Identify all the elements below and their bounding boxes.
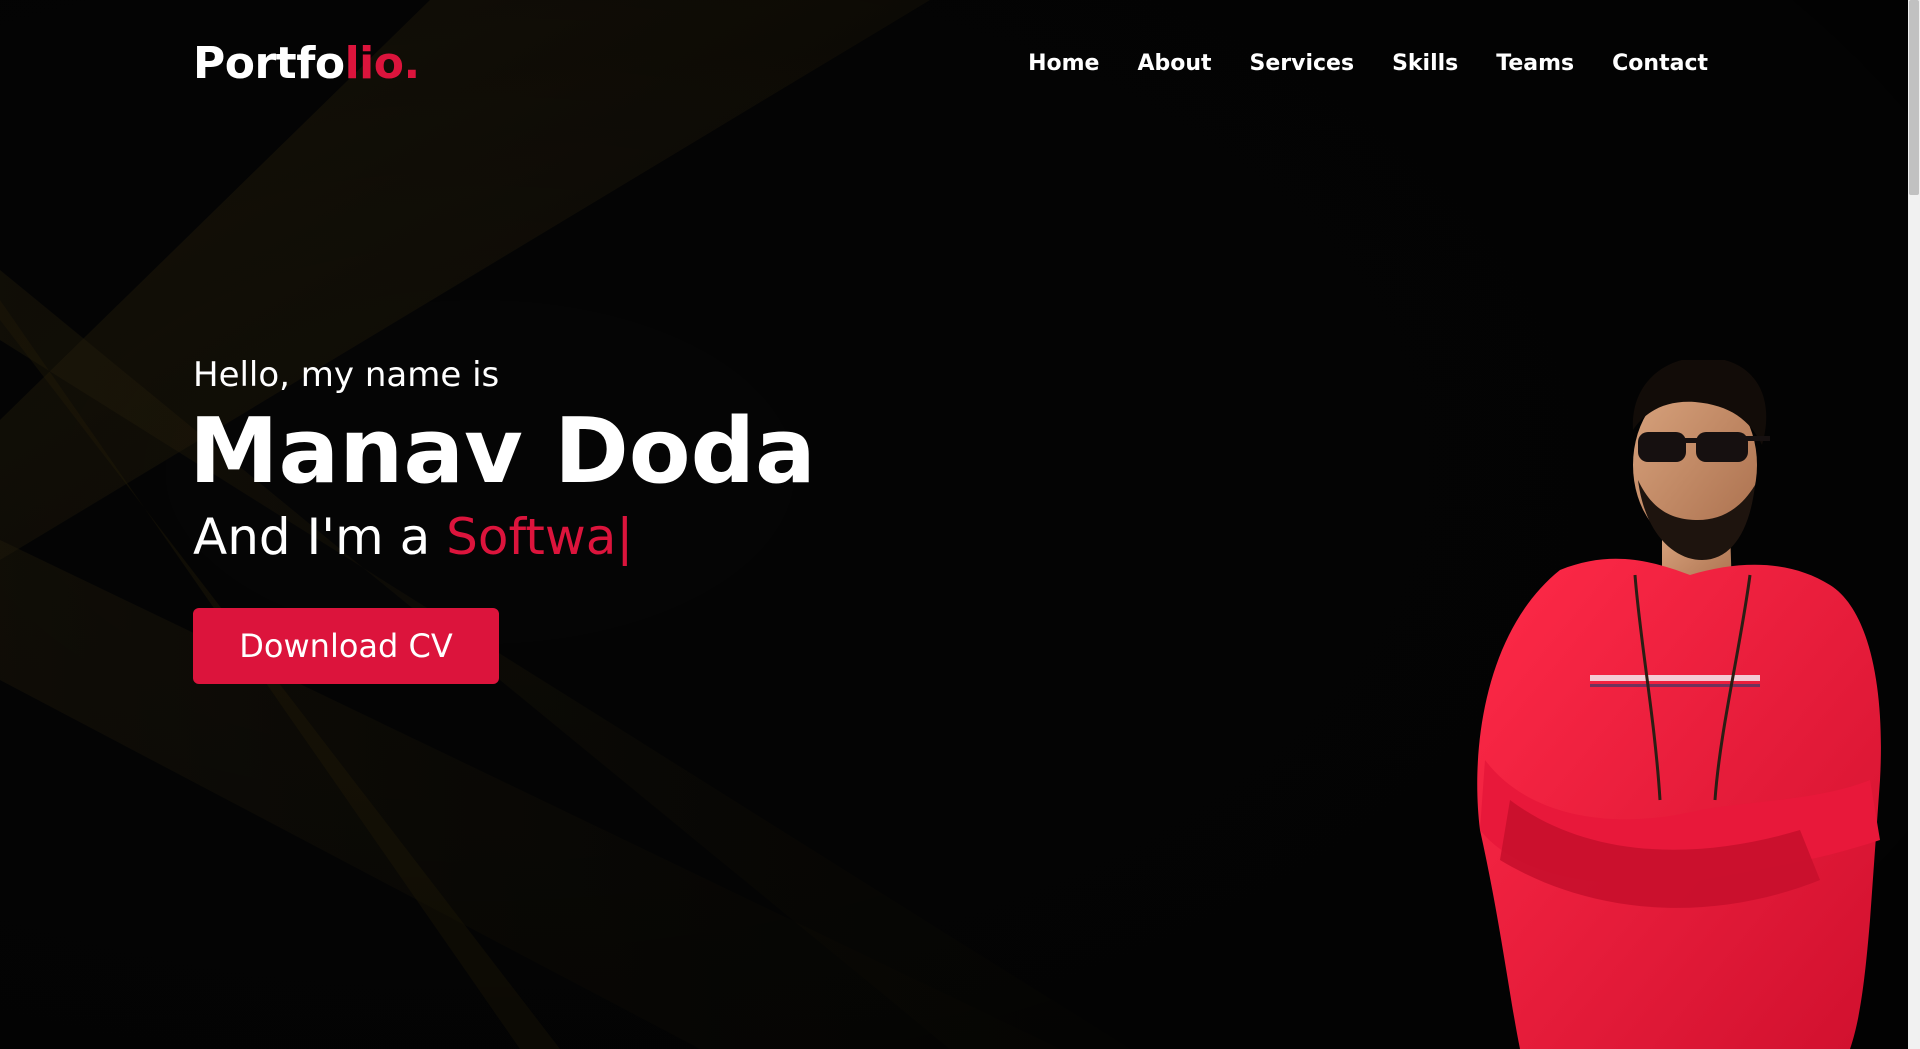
hero-role: And I'm a Softwa| (193, 500, 816, 574)
hero-greeting: Hello, my name is (193, 355, 500, 395)
nav-item-services[interactable]: Services (1250, 48, 1355, 80)
logo-accent-text: lio. (344, 38, 421, 89)
page: Portfolio. Home About Services Skills Te… (0, 0, 1920, 1049)
hero-role-typed: Softwa (446, 508, 617, 566)
navbar: Portfolio. Home About Services Skills Te… (0, 0, 1908, 130)
nav-menu: Home About Services Skills Teams Contact (990, 48, 1708, 80)
hero-role-prefix: And I'm a (193, 508, 447, 566)
scrollbar-thumb[interactable] (1909, 0, 1919, 195)
typing-cursor: | (616, 508, 634, 566)
hero-section: Hello, my name is Manav Doda And I'm a S… (189, 350, 816, 684)
download-cv-button[interactable]: Download CV (193, 608, 499, 684)
nav-item-teams[interactable]: Teams (1496, 48, 1574, 80)
page-scrollbar[interactable] (1908, 0, 1920, 1049)
logo[interactable]: Portfolio. (193, 36, 420, 92)
nav-item-contact[interactable]: Contact (1612, 48, 1708, 80)
person-photo-icon (1477, 360, 1881, 1049)
nav-item-about[interactable]: About (1137, 48, 1211, 80)
hero-name: Manav Doda (189, 399, 816, 504)
nav-item-skills[interactable]: Skills (1392, 48, 1458, 80)
nav-item-home[interactable]: Home (1028, 48, 1099, 80)
logo-main-text: Portfo (193, 38, 345, 89)
